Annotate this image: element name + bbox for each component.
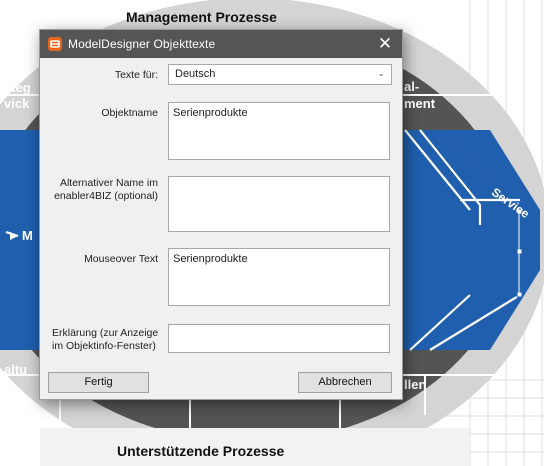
mouseover-textarea[interactable]: Serienprodukte [168,248,390,306]
erklaerung-input[interactable] [168,324,390,353]
objektname-textarea[interactable]: Serienprodukte [168,102,390,160]
mid-left-label: M [22,228,33,243]
support-processes-title: Unterstützende Prozesse [117,443,285,459]
bottom-left-label: altu [4,362,28,377]
left-label-development: vick [4,96,30,111]
right-label-management: ment [404,96,436,111]
management-processes-title: Management Prozesse [126,9,277,25]
alt-name-label-line2: enabler4BIZ (optional) [54,190,158,202]
abbrechen-button[interactable]: Abbrechen [298,372,392,393]
alt-name-label-line1: Alternativer Name im [59,177,158,189]
language-select-value: Deutsch [175,68,216,80]
fertig-button[interactable]: Fertig [48,372,149,393]
objektname-label: Objektname [101,107,158,119]
dialog-title: ModelDesigner Objekttexte [68,37,216,51]
modeldesigner-app-icon [48,37,62,51]
mouseover-label: Mouseover Text [84,253,158,265]
erklaerung-label-line2: im Objektinfo-Fenster) [52,340,156,352]
left-label-strategy: ateg [4,80,31,95]
bottom-right-label: llen [404,377,427,392]
close-icon[interactable]: ✕ [374,33,396,55]
chevron-down-icon: ⌄ [377,68,385,78]
language-label: Texte für: [114,69,158,81]
language-select[interactable]: Deutsch ⌄ [168,64,392,85]
right-label-top: al- [404,79,420,94]
objekttexte-dialog: ModelDesigner Objekttexte ✕ Texte für: D… [39,29,403,400]
erklaerung-label-line1: Erklärung (zur Anzeige [52,327,159,339]
dialog-titlebar[interactable]: ModelDesigner Objekttexte ✕ [40,30,402,58]
alt-name-textarea[interactable] [168,176,390,232]
